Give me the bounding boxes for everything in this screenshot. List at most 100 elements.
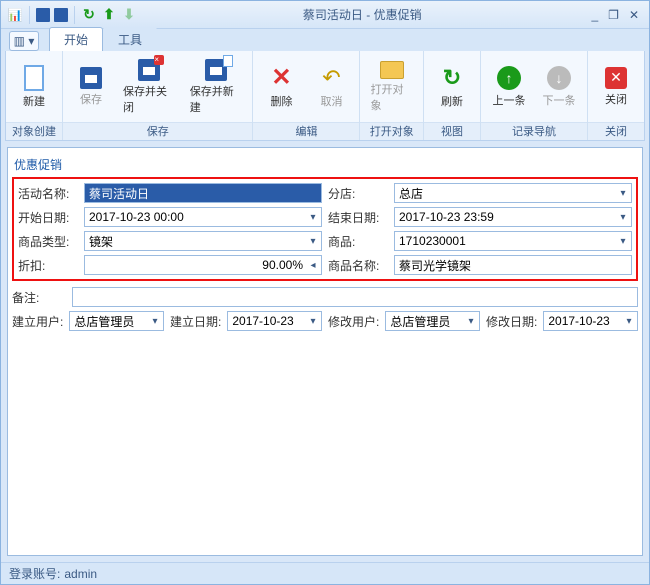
end-date-input[interactable] — [394, 207, 632, 227]
open-label: 打开对象 — [370, 81, 413, 113]
ribbon-group-edit: ✕ 删除 ↶ 取消 编辑 — [253, 51, 360, 140]
window-title: 蔡司活动日 - 优惠促销 — [143, 6, 581, 23]
start-date-input[interactable] — [84, 207, 322, 227]
folder-icon — [380, 61, 404, 79]
ribbon-group-save: 保存 ×保存并关闭 保存并新建 保存 — [63, 51, 253, 140]
prev-record-button[interactable]: ↑ 上一条 — [487, 57, 531, 117]
group-caption-edit: 编辑 — [253, 122, 359, 140]
refresh-icon: ↻ — [439, 65, 465, 91]
ribbon-group-close: ✕ 关闭 关闭 — [588, 51, 644, 140]
window-controls: _ ❐ ✕ — [581, 8, 649, 22]
modify-date-label: 修改日期: — [486, 313, 537, 330]
delete-icon: ✕ — [268, 65, 294, 91]
section-title: 优惠促销 — [12, 152, 638, 177]
login-user: admin — [64, 567, 97, 581]
save-new-label: 保存并新建 — [190, 83, 243, 115]
next-icon: ↓ — [547, 66, 571, 90]
product-type-label: 商品类型: — [18, 233, 78, 250]
save-close-icon: × — [138, 59, 160, 81]
app-menu-button[interactable]: ▥ ▾ — [9, 31, 39, 51]
discount-input[interactable] — [84, 255, 322, 275]
product-select[interactable] — [394, 231, 632, 251]
new-button[interactable]: 新建 — [12, 57, 56, 117]
ribbon: 新建 对象创建 保存 ×保存并关闭 保存并新建 保存 ✕ 删除 ↶ 取消 编辑 打开… — [5, 51, 645, 141]
start-date-label: 开始日期: — [18, 209, 78, 226]
login-label: 登录账号: — [9, 565, 60, 582]
create-user-label: 建立用户: — [12, 313, 63, 330]
save-new-button[interactable]: 保存并新建 — [186, 57, 247, 117]
discount-label: 折扣: — [18, 257, 78, 274]
modify-date-input[interactable] — [543, 311, 638, 331]
group-caption-view: 视图 — [424, 122, 480, 140]
next-label: 下一条 — [543, 92, 576, 108]
group-caption-close: 关闭 — [588, 122, 644, 140]
ribbon-group-open: 打开对象 打开对象 — [360, 51, 424, 140]
app-icon: 📊 — [7, 7, 23, 23]
separator — [74, 6, 75, 24]
close-window-button[interactable]: ✕ — [629, 8, 639, 22]
activity-name-label: 活动名称: — [18, 185, 78, 202]
product-name-label: 商品名称: — [328, 257, 388, 274]
close-label: 关闭 — [605, 91, 627, 107]
quick-access-toolbar: 📊 ↻ ⬆ ⬇ — [1, 6, 143, 24]
branch-label: 分店: — [328, 185, 388, 202]
maximize-button[interactable]: ❐ — [608, 8, 619, 22]
save-new-icon — [205, 59, 227, 81]
branch-select[interactable] — [394, 183, 632, 203]
new-doc-icon — [24, 65, 44, 91]
qat-save-icon[interactable] — [36, 8, 50, 22]
save-close-label: 保存并关闭 — [123, 83, 176, 115]
group-caption-create: 对象创建 — [6, 122, 62, 140]
status-bar: 登录账号: admin — [1, 562, 649, 584]
ribbon-tabs: ▥ ▾ 开始 工具 — [1, 29, 649, 51]
close-button[interactable]: ✕ 关闭 — [594, 57, 638, 117]
prev-icon: ↑ — [497, 66, 521, 90]
new-label: 新建 — [23, 93, 45, 109]
save-close-button[interactable]: ×保存并关闭 — [119, 57, 180, 117]
app-window: 📊 ↻ ⬆ ⬇ 蔡司活动日 - 优惠促销 _ ❐ ✕ ▥ ▾ 开始 工具 新建 … — [0, 0, 650, 585]
product-type-select[interactable] — [84, 231, 322, 251]
group-caption-nav: 记录导航 — [481, 122, 587, 140]
highlighted-form-area: 活动名称: 分店: ▾ 开始日期: ▾ 结束日期: ▾ 商品类型: ▾ 商品: … — [12, 177, 638, 281]
save-label: 保存 — [80, 91, 102, 107]
product-name-input[interactable] — [394, 255, 632, 275]
activity-name-input[interactable] — [84, 183, 322, 203]
ribbon-group-nav: ↑ 上一条 ↓ 下一条 记录导航 — [481, 51, 588, 140]
group-caption-save: 保存 — [63, 122, 252, 140]
separator — [29, 6, 30, 24]
title-bar: 📊 ↻ ⬆ ⬇ 蔡司活动日 - 优惠促销 _ ❐ ✕ — [1, 1, 649, 29]
content-panel: 优惠促销 活动名称: 分店: ▾ 开始日期: ▾ 结束日期: ▾ 商品类型: ▾… — [7, 147, 643, 556]
remark-input[interactable] — [72, 287, 638, 307]
qat-down-icon[interactable]: ⬇ — [121, 7, 137, 23]
delete-label: 删除 — [270, 93, 292, 109]
cancel-button[interactable]: ↶ 取消 — [309, 57, 353, 117]
qat-up-icon[interactable]: ⬆ — [101, 7, 117, 23]
prev-label: 上一条 — [493, 92, 526, 108]
save-button[interactable]: 保存 — [69, 57, 113, 117]
save-icon — [80, 67, 102, 89]
qat-refresh-icon[interactable]: ↻ — [81, 7, 97, 23]
group-caption-open: 打开对象 — [360, 122, 423, 140]
open-object-button[interactable]: 打开对象 — [366, 57, 417, 117]
tab-tools[interactable]: 工具 — [103, 27, 157, 51]
cancel-label: 取消 — [320, 93, 342, 109]
refresh-button[interactable]: ↻ 刷新 — [430, 57, 474, 117]
undo-icon: ↶ — [318, 65, 344, 91]
modify-user-label: 修改用户: — [328, 313, 379, 330]
refresh-label: 刷新 — [441, 93, 463, 109]
tab-start[interactable]: 开始 — [49, 27, 103, 51]
remark-label: 备注: — [12, 289, 68, 306]
qat-save-close-icon[interactable] — [54, 8, 68, 22]
close-icon: ✕ — [605, 67, 627, 89]
next-record-button[interactable]: ↓ 下一条 — [537, 57, 581, 117]
create-date-label: 建立日期: — [170, 313, 221, 330]
create-date-input[interactable] — [227, 311, 322, 331]
create-user-select[interactable] — [69, 311, 164, 331]
meta-area: 备注: 建立用户: ▾ 建立日期: ▾ 修改用户: ▾ 修改日期: ▾ — [12, 287, 638, 331]
end-date-label: 结束日期: — [328, 209, 388, 226]
minimize-button[interactable]: _ — [591, 8, 598, 22]
modify-user-select[interactable] — [385, 311, 480, 331]
product-label: 商品: — [328, 233, 388, 250]
ribbon-group-create: 新建 对象创建 — [6, 51, 63, 140]
delete-button[interactable]: ✕ 删除 — [259, 57, 303, 117]
